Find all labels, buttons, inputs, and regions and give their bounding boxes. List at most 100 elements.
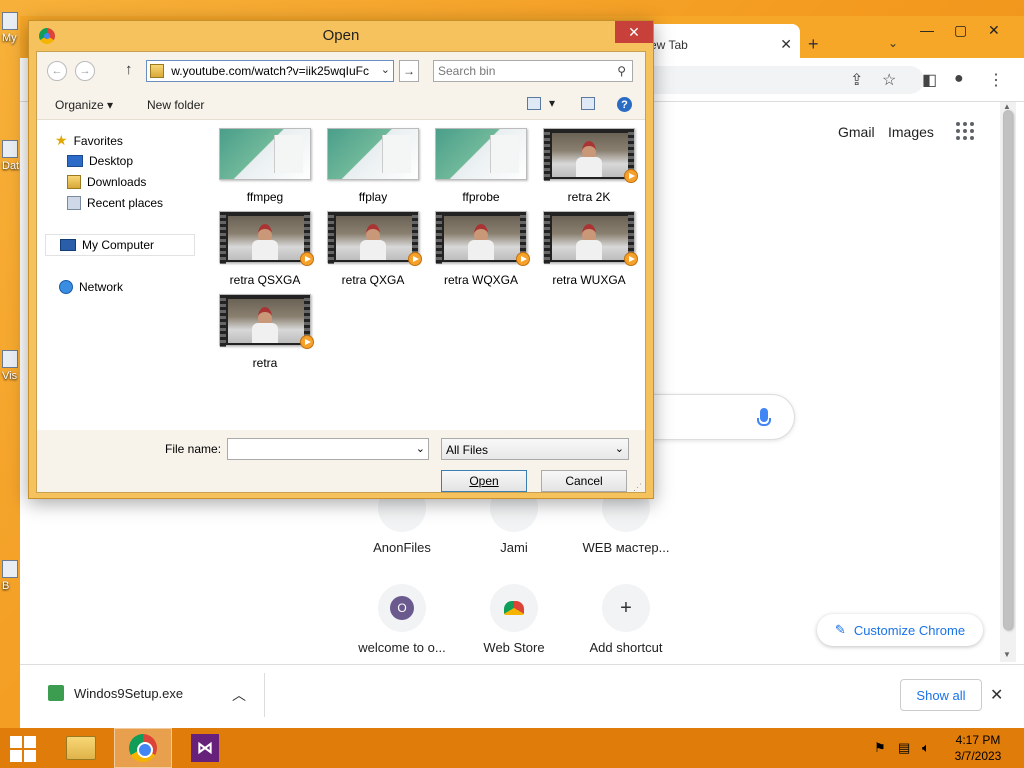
add-shortcut-button[interactable]: + Add shortcut [570,584,682,655]
file-item-retra-2k[interactable]: retra 2K [539,128,639,204]
navigation-row: ← → ↑ w.youtube.com/watch?v=iik25wqIuFc … [37,52,645,90]
open-dialog: Open ✕ ← → ↑ w.youtube.com/watch?v=iik25… [28,20,654,499]
show-all-button[interactable]: Show all [900,679,982,711]
nav-desktop[interactable]: Desktop [67,154,133,168]
installer-icon [48,685,64,701]
computer-icon [60,239,76,251]
desktop-icon-my-computer[interactable]: My [2,12,22,44]
close-tab-icon[interactable]: ✕ [780,36,792,53]
shortcut-label: AnonFiles [373,540,431,555]
chevron-down-icon[interactable]: ⌄ [888,36,898,50]
close-icon[interactable]: ✕ [990,685,1003,705]
chevron-down-icon[interactable]: ⌄ [381,63,390,76]
flag-icon[interactable]: ⚑ [874,740,886,756]
forward-icon[interactable]: → [75,61,95,81]
minimize-icon[interactable]: — [920,22,934,38]
file-item-retra[interactable]: retra [215,294,315,370]
nav-recent-places[interactable]: Recent places [67,196,163,210]
nav-favorites[interactable]: ★ Favorites [55,132,123,149]
file-item-ffmpeg[interactable]: ffmpeg [215,128,315,204]
dialog-title-bar[interactable]: Open ✕ [29,21,653,51]
video-thumbnail-icon [543,211,638,266]
maximize-icon[interactable]: ▢ [954,22,967,39]
file-item-retra-qxga[interactable]: retra QXGA [323,211,423,287]
apps-grid-icon[interactable] [956,122,974,140]
search-icon[interactable]: ⚲ [617,64,626,78]
shortcut-label: Web Store [483,640,545,655]
nav-downloads[interactable]: Downloads [67,175,146,189]
file-item-retra-qsxga[interactable]: retra QSXGA [215,211,315,287]
file-type-value: All Files [446,443,489,457]
new-tab-icon[interactable]: + [808,34,819,55]
folder-icon [66,736,96,760]
chevron-down-icon[interactable]: ⌄ [416,442,425,455]
address-bar[interactable]: w.youtube.com/watch?v=iik25wqIuFc ⌄ [146,60,394,82]
gmail-link[interactable]: Gmail [838,124,875,140]
share-icon[interactable]: ⇪ [850,70,863,90]
web-store-icon [490,584,538,632]
volume-icon[interactable]: 🔈︎ [922,740,930,756]
new-folder-button[interactable]: New folder [147,98,204,112]
computer-icon [2,12,18,30]
up-arrow-icon[interactable]: ↑ [125,61,133,78]
application-icon [219,128,311,180]
command-bar: Organize ▾ New folder ▾ ? [37,90,645,120]
file-item-ffplay[interactable]: ffplay [323,128,423,204]
file-item-ffprobe[interactable]: ffprobe [431,128,531,204]
visual-studio-icon: ⋈ [191,734,219,762]
search-field[interactable]: ⚲ [433,60,633,82]
desktop-icon-b[interactable]: B [2,560,22,592]
search-input[interactable] [438,64,608,78]
close-icon[interactable]: ✕ [615,21,653,43]
shortcut-label: Jami [500,540,528,555]
clock[interactable]: 4:17 PM 3/7/2023 [950,732,1006,764]
help-icon[interactable]: ? [617,97,632,112]
play-badge-icon [300,252,314,266]
taskbar-file-explorer[interactable] [52,728,110,768]
microphone-icon[interactable] [757,408,771,426]
desktop-icon-visual-studio[interactable]: Vis [2,350,22,382]
play-badge-icon [408,252,422,266]
go-arrow-icon[interactable]: → [399,60,419,82]
preview-pane-icon[interactable] [581,97,595,110]
divider [264,673,265,717]
chevron-down-icon[interactable]: ▾ [549,96,555,110]
network-icon[interactable]: ▤ [898,740,910,756]
cancel-button[interactable]: Cancel [541,470,627,492]
open-button[interactable]: Open [441,470,527,492]
nav-my-computer[interactable]: My Computer [45,234,195,256]
google-search-box[interactable] [640,394,795,440]
change-view-icon[interactable] [527,97,541,110]
menu-icon[interactable]: ⋮ [988,70,1004,90]
chevron-up-icon[interactable]: ︿ [232,685,246,705]
close-window-icon[interactable]: ✕ [988,22,1000,39]
organize-button[interactable]: Organize ▾ [55,98,113,112]
address-text[interactable]: w.youtube.com/watch?v=iik25wqIuFc [169,64,369,78]
file-type-select[interactable]: All Files ⌄ [441,438,629,460]
profile-icon[interactable]: ● [954,70,964,88]
file-list: ffmpeg ffplay ffprobe retra 2K retra QSX… [215,128,645,428]
page-scrollbar[interactable]: ▲ ▼ [1000,102,1016,662]
resize-grip-icon[interactable]: ⋰ [633,482,642,493]
desktop-icon-data[interactable]: Dat [2,140,22,172]
file-item-retra-wuxga[interactable]: retra WUXGA [539,211,639,287]
shortcut-welcome[interactable]: O welcome to o... [346,584,458,655]
video-thumbnail-icon [543,128,638,183]
scroll-down-icon[interactable]: ▼ [1003,650,1011,659]
taskbar-chrome[interactable] [114,728,172,768]
file-name-input[interactable] [231,442,409,456]
bookmark-star-icon[interactable]: ☆ [882,70,896,90]
images-link[interactable]: Images [888,124,934,140]
customize-chrome-button[interactable]: ✎ Customize Chrome [817,614,983,646]
download-item[interactable]: Windos9Setup.exe [48,685,183,701]
shortcut-web-store[interactable]: Web Store [458,584,570,655]
file-item-retra-wqxga[interactable]: retra WQXGA [431,211,531,287]
back-icon[interactable]: ← [47,61,67,81]
file-name-label: File name: [165,442,222,456]
side-panel-icon[interactable]: ◧ [922,70,937,90]
scroll-thumb[interactable] [1003,110,1013,630]
file-name-combobox[interactable]: ⌄ [227,438,429,460]
taskbar-visual-studio[interactable]: ⋈ [176,728,234,768]
start-button[interactable] [10,736,38,762]
nav-network[interactable]: Network [59,280,123,294]
